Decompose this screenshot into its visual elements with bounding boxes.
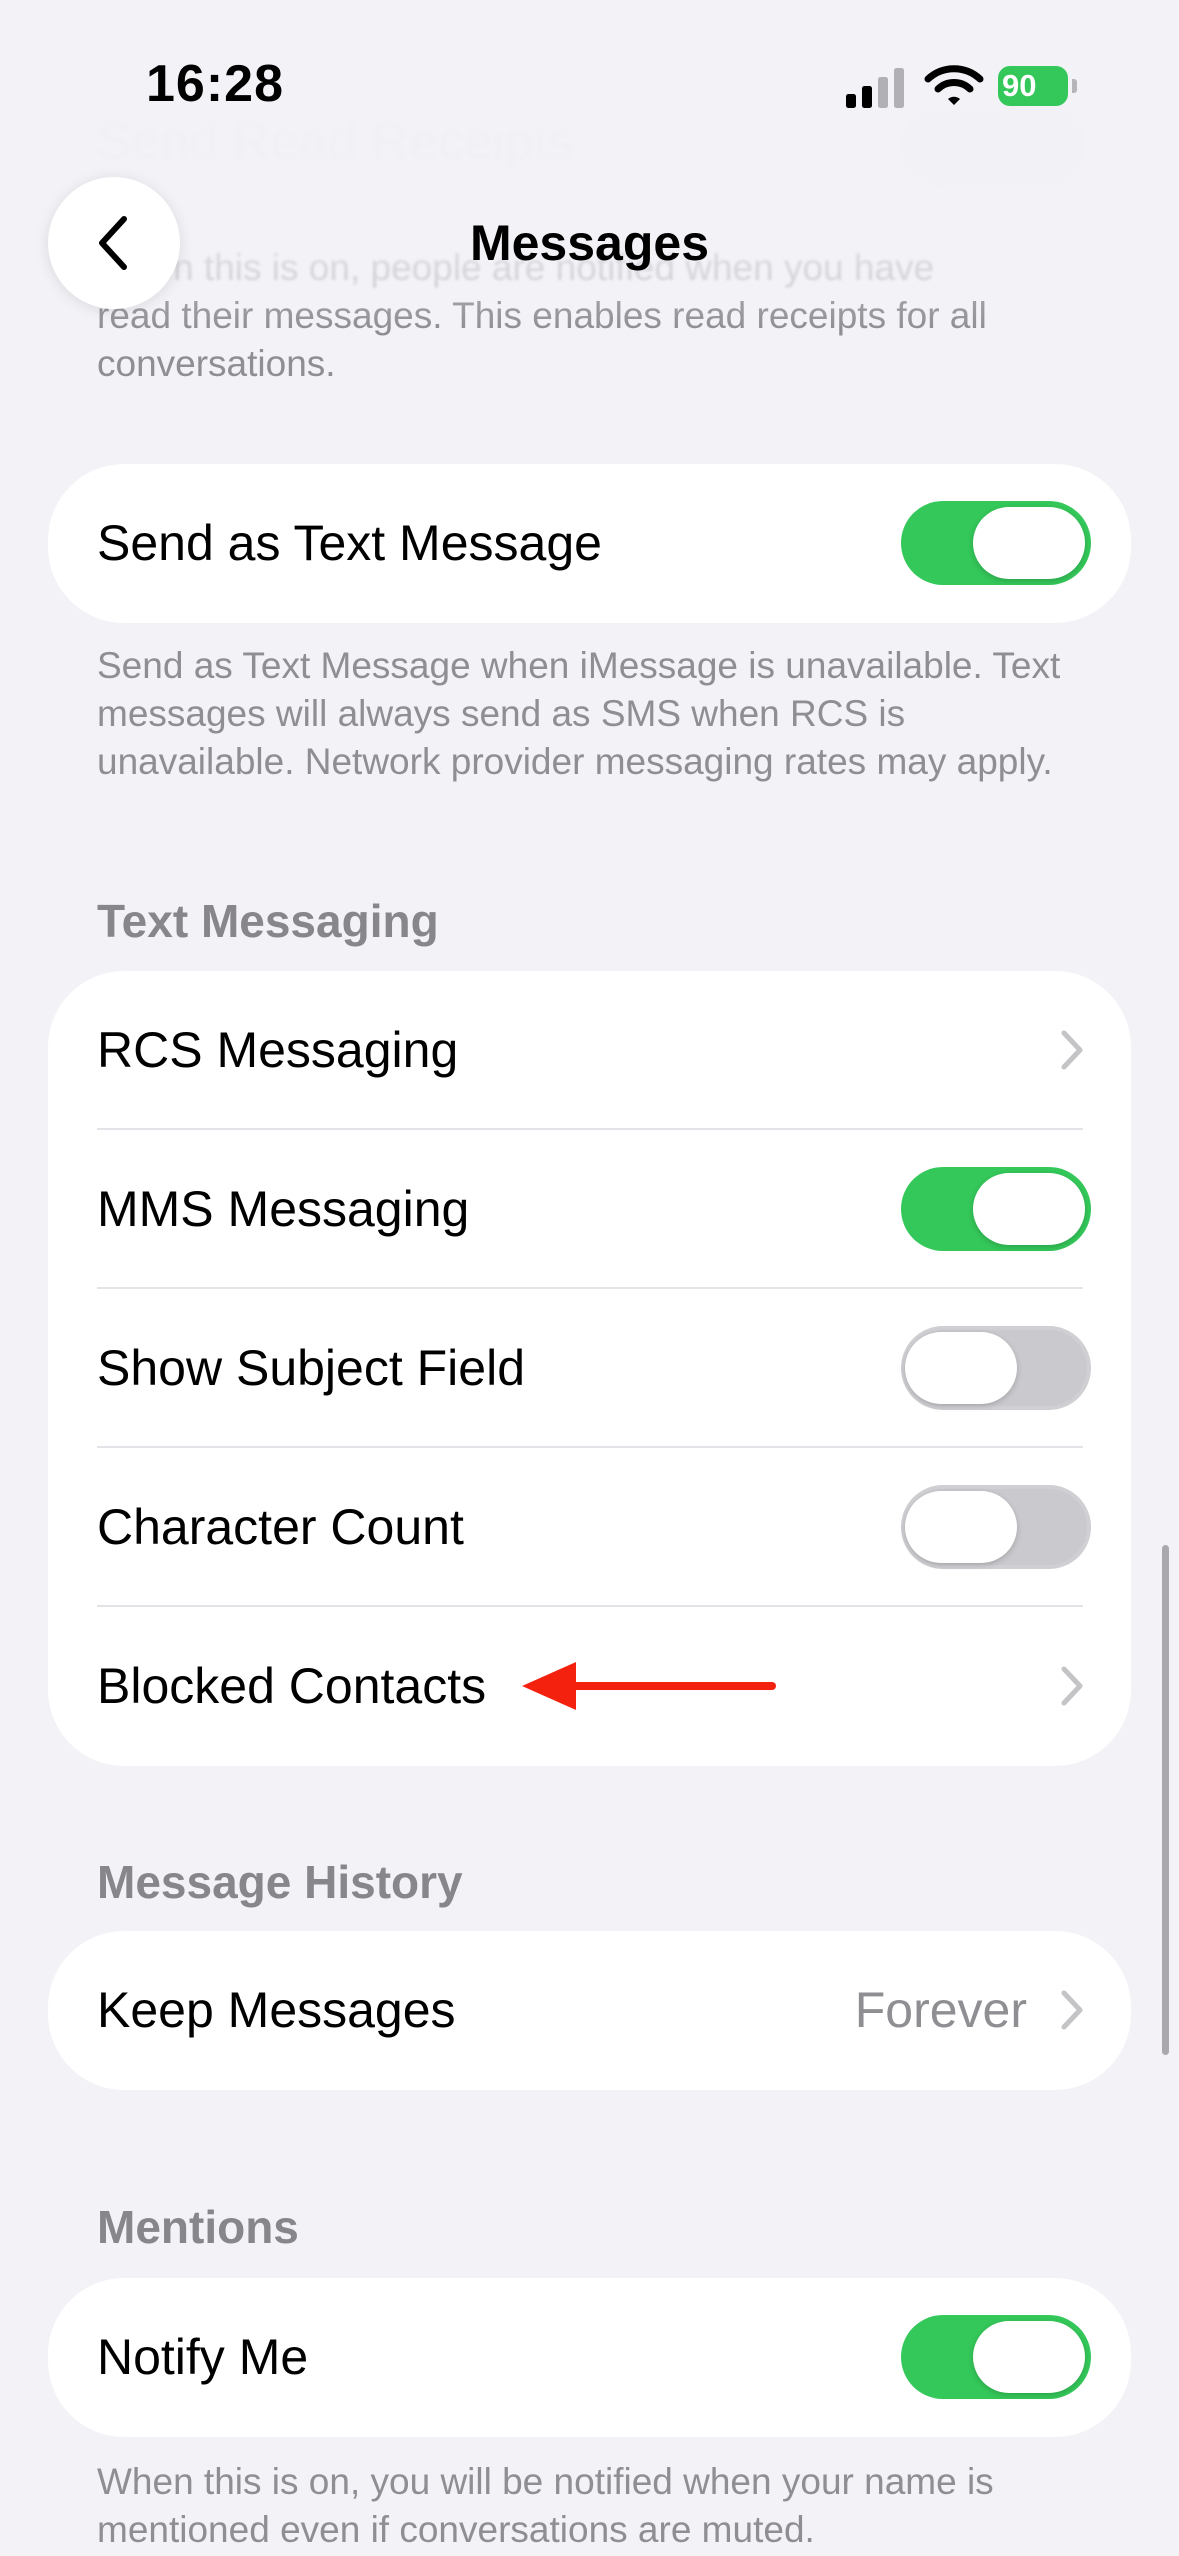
- rcs-messaging-row[interactable]: RCS Messaging: [48, 971, 1131, 1130]
- read-receipts-footer-line2: read their messages. This enables read r…: [97, 295, 987, 336]
- notify-me-label: Notify Me: [97, 2329, 309, 2385]
- toggle-knob: [905, 1491, 1017, 1563]
- text-messaging-card: RCS Messaging MMS Messaging Show Subject…: [48, 971, 1131, 1766]
- show-subject-field-label: Show Subject Field: [97, 1340, 526, 1396]
- mentions-footer: When this is on, you will be notified wh…: [97, 2461, 994, 2550]
- character-count-label: Character Count: [97, 1499, 464, 1555]
- cellular-signal-icon: [846, 68, 904, 108]
- notify-me-toggle[interactable]: [901, 2315, 1091, 2399]
- show-subject-field-toggle[interactable]: [901, 1326, 1091, 1410]
- rcs-messaging-label: RCS Messaging: [97, 1022, 459, 1078]
- send-as-text-row: Send as Text Message: [48, 464, 1131, 623]
- mentions-header: Mentions: [97, 2201, 299, 2253]
- page-title: Messages: [469, 215, 710, 271]
- battery-level: 90: [998, 66, 1068, 106]
- character-count-row: Character Count: [48, 1448, 1131, 1607]
- notify-me-row: Notify Me: [48, 2278, 1131, 2437]
- text-messaging-header: Text Messaging: [97, 895, 439, 947]
- send-as-text-card: Send as Text Message: [48, 464, 1131, 623]
- mms-messaging-label: MMS Messaging: [97, 1181, 470, 1237]
- character-count-toggle[interactable]: [901, 1485, 1091, 1569]
- send-as-text-toggle[interactable]: [901, 501, 1091, 585]
- read-receipts-footer-line3: conversations.: [97, 343, 336, 384]
- send-read-receipts-label: Send Read Receipts: [97, 113, 574, 171]
- wifi-icon: [924, 65, 984, 105]
- toggle-knob: [905, 1332, 1017, 1404]
- mms-messaging-toggle[interactable]: [901, 1167, 1091, 1251]
- message-history-header: Message History: [97, 1856, 463, 1908]
- mentions-card: Notify Me: [48, 2278, 1131, 2437]
- mms-messaging-row: MMS Messaging: [48, 1130, 1131, 1289]
- battery-icon: 90: [998, 66, 1078, 106]
- send-read-receipts-toggle: [900, 104, 1086, 186]
- scroll-indicator[interactable]: [1162, 1545, 1169, 2055]
- toggle-knob: [973, 2321, 1085, 2393]
- chevron-right-icon: [1061, 1990, 1083, 2030]
- toggle-knob: [973, 507, 1085, 579]
- battery-tip: [1072, 79, 1077, 93]
- status-time: 16:28: [146, 55, 284, 113]
- send-as-text-label: Send as Text Message: [97, 515, 602, 571]
- blocked-contacts-label: Blocked Contacts: [97, 1658, 487, 1714]
- annotation-arrow-icon: [522, 1662, 776, 1710]
- show-subject-field-row: Show Subject Field: [48, 1289, 1131, 1448]
- keep-messages-label: Keep Messages: [97, 1982, 456, 2038]
- keep-messages-value: Forever: [854, 1982, 1027, 2038]
- toggle-knob: [973, 1173, 1085, 1245]
- chevron-right-icon: [1061, 1030, 1083, 1070]
- send-as-text-footer: Send as Text Message when iMessage is un…: [97, 645, 1061, 782]
- message-history-card: Keep Messages Forever: [48, 1931, 1131, 2090]
- chevron-right-icon: [1061, 1666, 1083, 1706]
- keep-messages-row[interactable]: Keep Messages Forever: [48, 1931, 1131, 2090]
